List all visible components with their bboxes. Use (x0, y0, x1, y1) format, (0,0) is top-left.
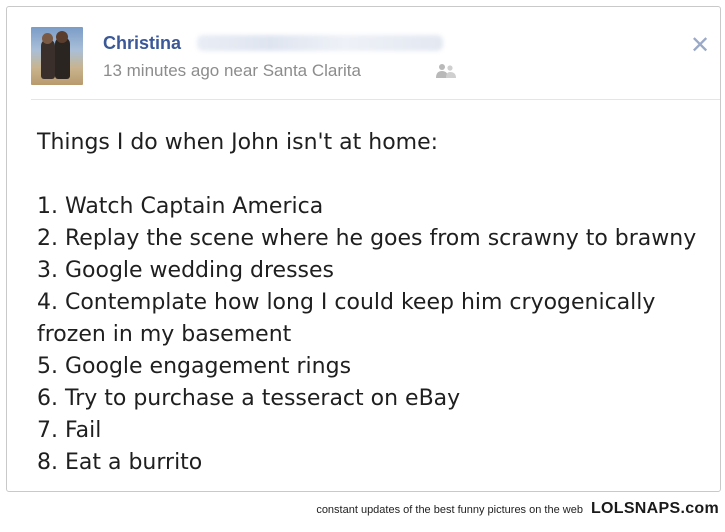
post-line: 2. Replay the scene where he goes from s… (37, 226, 697, 251)
blurred-surname (197, 35, 443, 51)
post-meta: 13 minutes ago near Santa Clarita (103, 61, 361, 80)
author-name[interactable]: Christina (103, 33, 181, 54)
avatar-figure (41, 39, 55, 79)
footer-tagline: constant updates of the best funny pictu… (316, 504, 583, 516)
post-body: Things I do when John isn't at home: 1. … (37, 127, 707, 479)
avatar[interactable] (31, 27, 83, 85)
post-line: 5. Google engagement rings (37, 354, 352, 379)
close-icon[interactable]: ✕ (690, 33, 710, 57)
people-icon[interactable] (435, 63, 457, 79)
avatar-head (42, 33, 53, 44)
avatar-figure (55, 37, 70, 79)
post-line: 1. Watch Captain America (37, 194, 324, 219)
post-line: 8. Eat a burrito (37, 450, 203, 475)
post-line: 7. Fail (37, 418, 102, 443)
post-line: 3. Google wedding dresses (37, 258, 335, 283)
divider (31, 99, 720, 100)
footer-brand: LOLSNAPS.com (590, 500, 719, 517)
facebook-post-card: Christina 13 minutes ago near Santa Clar… (6, 6, 721, 492)
watermark-footer: constant updates of the best funny pictu… (316, 500, 719, 518)
post-line: 6. Try to purchase a tesseract on eBay (37, 386, 461, 411)
avatar-head (56, 31, 68, 43)
post-line-heading: Things I do when John isn't at home: (37, 130, 439, 155)
post-line: frozen in my basement (37, 322, 292, 347)
post-line: 4. Contemplate how long I could keep him… (37, 290, 656, 315)
